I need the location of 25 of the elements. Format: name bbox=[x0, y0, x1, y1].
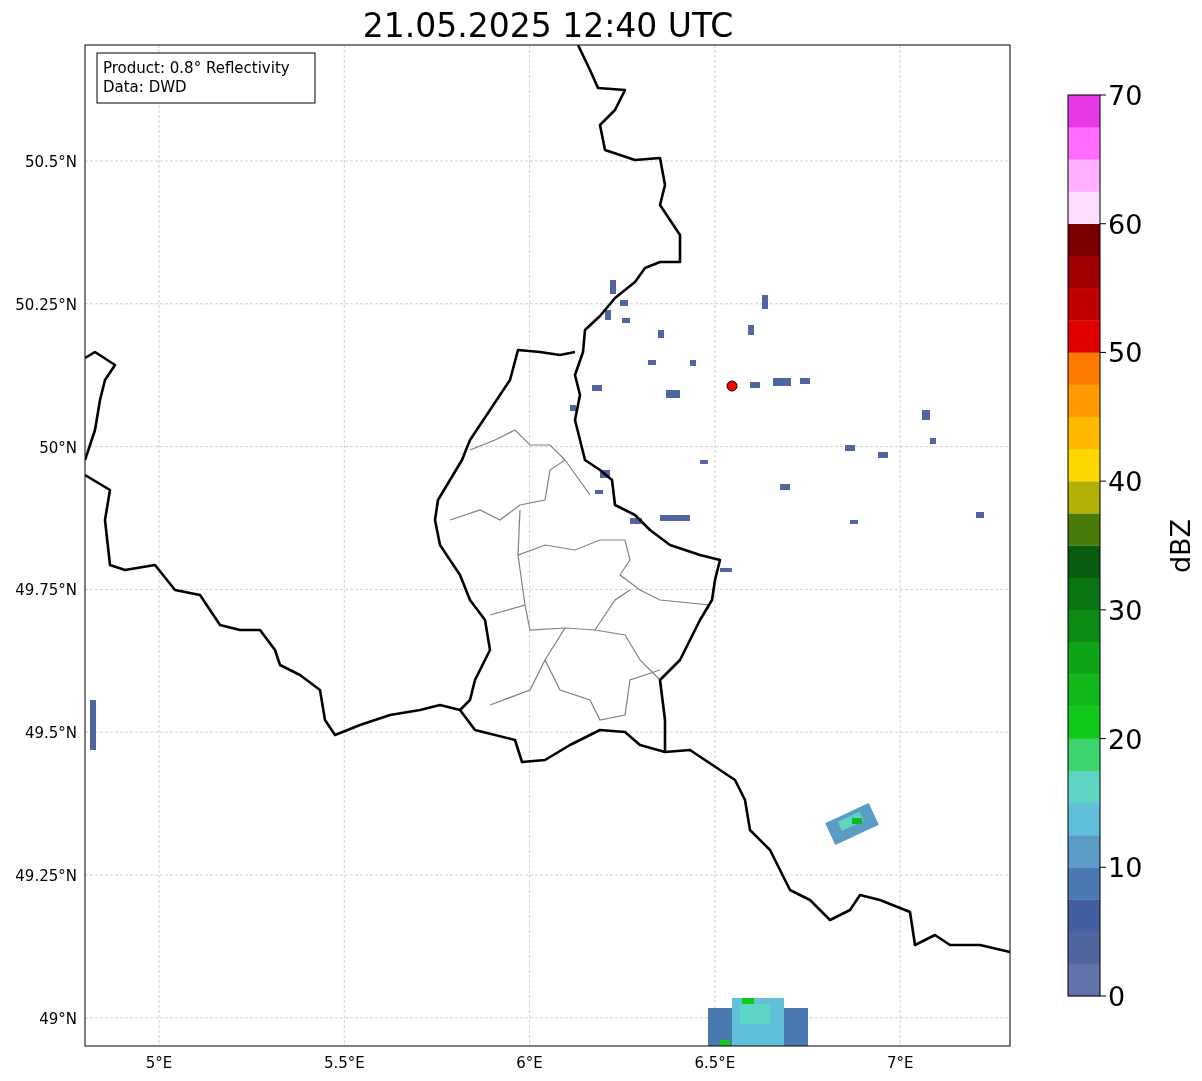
axis-tick-label: 49°N bbox=[39, 1009, 77, 1028]
axis-tick-label: 5°E bbox=[145, 1054, 173, 1072]
annotation-text: Data: DWD bbox=[103, 78, 187, 96]
colorbar-tick-label: 70 bbox=[1108, 80, 1143, 111]
axis-tick-label: 49.75°N bbox=[15, 581, 77, 600]
colorbar-tick-label: 10 bbox=[1108, 852, 1143, 884]
colorbar-tick-label: 60 bbox=[1108, 208, 1143, 240]
axis-tick-label: 5.5°E bbox=[323, 1054, 365, 1072]
radar-site-marker bbox=[726, 380, 738, 392]
axis-tick-label: 6°E bbox=[516, 1054, 543, 1072]
axis-tick-label: 6.5°E bbox=[694, 1054, 736, 1072]
colorbar-tick-label: 0 bbox=[1108, 981, 1126, 1012]
axis-tick-label: 50.25°N bbox=[15, 295, 77, 314]
colorbar-tick-label: 30 bbox=[1108, 594, 1143, 626]
axis-tick-label: 50°N bbox=[39, 438, 77, 457]
colorbar-tick-label: 20 bbox=[1108, 723, 1143, 755]
axis-tick-label: 49.5°N bbox=[24, 724, 77, 743]
axis-tick-label: 49.25°N bbox=[15, 867, 77, 885]
plot-title: 21.05.2025 12:40 UTC bbox=[362, 6, 734, 45]
colorbar-tick-label: 40 bbox=[1108, 466, 1143, 498]
annotation-text: Product: 0.8° Reflectivity bbox=[103, 59, 290, 77]
axis-tick-label: 50.5°N bbox=[24, 153, 77, 171]
colorbar-label: dBZ bbox=[1165, 518, 1196, 574]
axis-tick-label: 7°E bbox=[886, 1054, 914, 1072]
colorbar-tick-label: 50 bbox=[1108, 337, 1143, 369]
